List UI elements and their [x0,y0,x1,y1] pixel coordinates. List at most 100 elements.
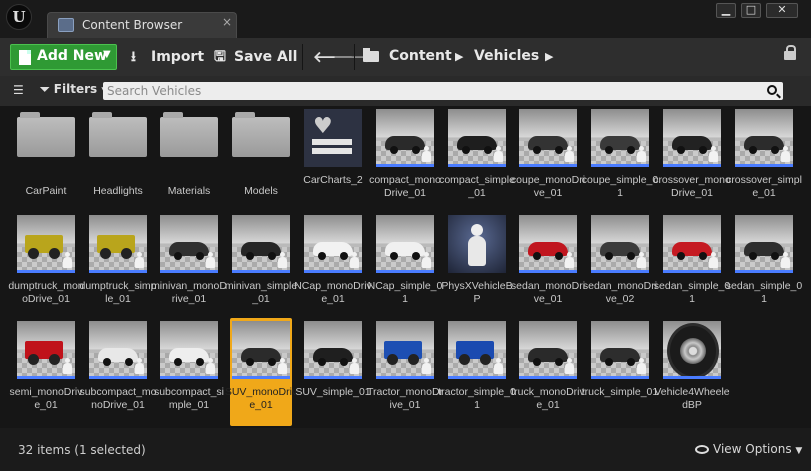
asset-label: sedan_simple_01 [653,280,731,305]
asset-item[interactable]: dumptruck_monoDrive_01 [8,212,84,320]
pawn-icon [278,358,287,374]
save-all-button[interactable]: 🖫 Save All [214,46,297,68]
asset-item[interactable]: sedan_monoDrive_02 [583,212,657,320]
import-label: Import [151,49,205,65]
asset-item[interactable]: crossover_monoDrive_01 [653,106,731,214]
asset-item[interactable]: NCap_monoDrive_01 [294,212,372,320]
vehicle-model-icon [98,348,138,366]
pawn-icon [206,358,215,374]
tab-content-browser[interactable]: Content Browser [47,12,237,38]
pawn-icon [63,252,72,268]
pawn-icon [135,252,144,268]
view-options-label: View Options [713,442,792,456]
asset-item[interactable]: Vehicle4WheeledBP [654,318,730,426]
folder-item[interactable]: Headlights [87,106,149,214]
vehicle-model-icon [169,348,209,366]
asset-type-bar [304,376,362,379]
asset-label: sedan_monoDrive_02 [582,280,658,305]
asset-item[interactable]: dumptruck_simple_01 [79,212,157,320]
asset-item[interactable]: truck_simple_01 [582,318,658,426]
asset-type-bar [304,270,362,273]
vehicle-model-icon [600,136,640,154]
wheel-thumbnail-icon [667,323,719,379]
vehicle-model-icon [744,242,784,260]
eye-icon [695,445,709,454]
folder-item[interactable]: CarPaint [15,106,77,214]
close-button[interactable]: ✕ [766,3,798,18]
asset-item[interactable]: coupe_simple_01 [582,106,658,214]
folder-icon[interactable] [363,48,379,62]
vehicle-model-icon [169,242,209,260]
folder-item[interactable]: Materials [158,106,220,214]
vehicle-model-icon [672,242,712,260]
tab-label: Content Browser [82,18,183,32]
asset-item[interactable]: subcompact_simple_01 [154,318,224,426]
asset-thumbnail [663,215,721,273]
pawn-icon [422,358,431,374]
asset-type-bar [735,270,793,273]
asset-item[interactable]: minivan_monoDrive_01 [151,212,227,320]
status-bar: 32 items (1 selected) View Options ▼ [0,428,811,471]
breadcrumb-content[interactable]: Content [389,48,452,64]
asset-item[interactable]: sedan_monoDrive_01 [511,212,585,320]
asset-type-bar [376,376,434,379]
asset-item[interactable]: PhysXVehicleBP [441,212,513,320]
asset-thumbnail [232,321,290,379]
asset-item[interactable]: minivan_simple_01 [225,212,297,320]
asset-item[interactable]: ♥ CarCharts_2 [302,106,364,214]
asset-label: Materials [167,185,211,197]
asset-thumbnail [663,109,721,167]
add-new-button[interactable]: Add New ▼ [10,44,117,70]
asset-thumbnail [17,215,75,273]
asset-label: truck_monoDrive_01 [511,386,585,411]
asset-label: SUV_simple_01 [295,386,371,398]
breadcrumb-chevron-icon[interactable]: ▶ [455,50,463,63]
item-count: 32 items (1 selected) [18,443,146,457]
asset-label: crossover_monoDrive_01 [653,174,731,199]
asset-label: compact_monoDrive_01 [369,174,441,199]
vehicle-model-icon [528,136,568,154]
minimize-button[interactable]: ▁ [716,3,736,18]
vehicle-model-icon [456,341,494,365]
asset-grid: CarPaint Headlights Materials Models ♥ CarCha… [0,106,811,428]
pawn-icon [494,358,503,374]
lock-icon[interactable] [784,45,796,60]
filter-funnel-icon: ⏷ [40,82,50,96]
view-options-button[interactable]: View Options ▼ [695,442,802,456]
maximize-button[interactable]: □ [741,3,761,18]
dropdown-arrow-icon: ▼ [103,49,111,60]
asset-item[interactable]: coupe_monoDrive_01 [511,106,585,214]
filters-button[interactable]: ⏷ Filters ▼ [40,82,108,97]
import-button[interactable]: ⭳ Import [131,46,204,68]
asset-item[interactable]: truck_monoDrive_01 [511,318,585,426]
sources-panel-icon[interactable]: ☰ [13,84,29,97]
pawn-icon [781,146,790,162]
asset-item[interactable]: SUV_monoDrive_01 [225,318,297,426]
asset-item[interactable]: crossover_simple_01 [726,106,802,214]
breadcrumb-chevron-icon[interactable]: ▶ [545,50,553,63]
asset-type-bar [591,376,649,379]
breadcrumb-vehicles[interactable]: Vehicles [474,48,539,64]
asset-item[interactable]: semi_monoDrive_01 [10,318,82,426]
asset-item[interactable]: subcompact_monoDrive_01 [79,318,157,426]
asset-item[interactable]: compact_monoDrive_01 [369,106,441,214]
asset-type-bar [519,376,577,379]
asset-item[interactable]: SUV_simple_01 [295,318,371,426]
asset-item[interactable]: NCap_simple_01 [368,212,442,320]
search-icon[interactable] [767,85,777,95]
asset-item[interactable]: sedan_simple_01 [726,212,802,320]
asset-item[interactable]: compact_simple_01 [439,106,515,214]
asset-label: NCap_monoDrive_01 [294,280,372,305]
search-box[interactable] [103,82,783,100]
pawn-icon [135,358,144,374]
search-input[interactable] [107,82,747,100]
asset-item[interactable]: Tractor_monoDrive_01 [367,318,443,426]
tab-close-icon[interactable]: × [222,16,232,28]
asset-type-bar [376,164,434,167]
folder-item[interactable]: Models [230,106,292,214]
asset-label: truck_simple_01 [581,386,659,398]
asset-item[interactable]: tractor_simple_01 [438,318,516,426]
asset-item[interactable]: sedan_simple_01 [654,212,730,320]
asset-label: sedan_monoDrive_01 [510,280,586,305]
pawn-icon [350,358,359,374]
